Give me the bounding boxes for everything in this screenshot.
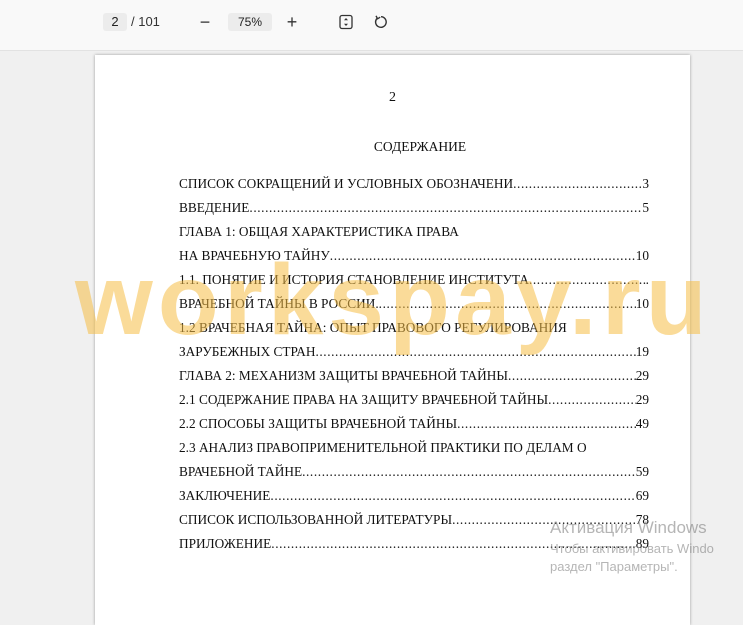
toc-leader-dots xyxy=(457,412,636,436)
toc-entry[interactable]: НА ВРАЧЕБНУЮ ТАЙНУ 10 xyxy=(179,244,649,268)
rotate-icon xyxy=(374,15,387,28)
toc-entry-title: ГЛАВА 2: МЕХАНИЗМ ЗАЩИТЫ ВРАЧЕБНОЙ ТАЙНЫ xyxy=(179,368,508,383)
toc-entry-title: СПИСОК ИСПОЛЬЗОВАННОЙ ЛИТЕРАТУРЫ xyxy=(179,512,453,527)
toc-entry-title: ВРАЧЕБНОЙ ТАЙНЫ В РОССИИ. xyxy=(179,296,379,311)
toc-entry-page: 59 xyxy=(635,464,649,479)
toc-entry-title: ЗАКЛЮЧЕНИЕ xyxy=(179,488,271,503)
toc-entry-page: 3 xyxy=(642,176,649,191)
toc-entry-page: 5 xyxy=(642,200,649,215)
toc-entry[interactable]: 2.3 АНАЛИЗ ПРАВОПРИМЕНИТЕЛЬНОЙ ПРАКТИКИ … xyxy=(179,436,649,460)
toc-leader-dots xyxy=(270,484,635,508)
toc-entry[interactable]: ЗАРУБЕЖНЫХ СТРАН 19 xyxy=(179,340,649,364)
zoom-in-button[interactable]: + xyxy=(281,11,303,33)
toc-leader-dots xyxy=(249,196,642,220)
toc-leader-dots xyxy=(271,532,635,556)
toc-entry-title: СПИСОК СОКРАЩЕНИЙ И УСЛОВНЫХ ОБОЗНАЧЕНИ xyxy=(179,176,514,191)
fit-page-icon xyxy=(339,14,353,30)
toc-entry-title: ПРИЛОЖЕНИЕ xyxy=(179,536,272,551)
toc-leader-dots xyxy=(330,244,636,268)
toc-entry-title: 1.2 ВРАЧЕБНАЯ ТАЙНА: ОПЫТ ПРАВОВОГО РЕГУ… xyxy=(179,320,567,335)
page-number: 2 xyxy=(389,90,396,105)
toc-entry-title: ВВЕДЕНИЕ xyxy=(179,200,250,215)
toc-entry-page: 89 xyxy=(635,536,649,551)
toc-leader-dots xyxy=(379,292,636,316)
toc-leader-dots xyxy=(548,388,636,412)
zoom-out-button[interactable]: − xyxy=(194,11,216,33)
toc-entry-page: 29 xyxy=(635,392,649,407)
page-total: / 101 xyxy=(131,14,160,29)
table-of-contents: СПИСОК СОКРАЩЕНИЙ И УСЛОВНЫХ ОБОЗНАЧЕНИ 3… xyxy=(179,172,649,556)
toc-leader-dots xyxy=(513,172,642,196)
toc-entry[interactable]: ГЛАВА 2: МЕХАНИЗМ ЗАЩИТЫ ВРАЧЕБНОЙ ТАЙНЫ… xyxy=(179,364,649,388)
toc-entry-page: . xyxy=(645,272,649,287)
toc-entry[interactable]: ЗАКЛЮЧЕНИЕ 69 xyxy=(179,484,649,508)
toc-entry-title: ЗАРУБЕЖНЫХ СТРАН xyxy=(179,344,316,359)
toc-leader-dots xyxy=(302,460,636,484)
zoom-level[interactable]: 75% xyxy=(228,13,272,31)
toc-entry[interactable]: СПИСОК СОКРАЩЕНИЙ И УСЛОВНЫХ ОБОЗНАЧЕНИ 3 xyxy=(179,172,649,196)
toc-entry-page: 10 xyxy=(635,296,649,311)
page-number-input[interactable]: 2 xyxy=(103,13,127,31)
toc-entry[interactable]: 1.2 ВРАЧЕБНАЯ ТАЙНА: ОПЫТ ПРАВОВОГО РЕГУ… xyxy=(179,316,649,340)
toc-entry[interactable]: 2.2 СПОСОБЫ ЗАЩИТЫ ВРАЧЕБНОЙ ТАЙНЫ 49 xyxy=(179,412,649,436)
toc-entry-page: 69 xyxy=(635,488,649,503)
toc-leader-dots xyxy=(452,508,636,532)
document-page: 2 СОДЕРЖАНИЕ СПИСОК СОКРАЩЕНИЙ И УСЛОВНЫ… xyxy=(95,55,690,625)
toc-entry-title: ВРАЧЕБНОЙ ТАЙНЕ xyxy=(179,464,303,479)
toc-entry[interactable]: 2.1 СОДЕРЖАНИЕ ПРАВА НА ЗАЩИТУ ВРАЧЕБНОЙ… xyxy=(179,388,649,412)
rotate-button[interactable] xyxy=(370,11,392,33)
toc-entry-page: 29 xyxy=(635,368,649,383)
toc-entry-title: 2.3 АНАЛИЗ ПРАВОПРИМЕНИТЕЛЬНОЙ ПРАКТИКИ … xyxy=(179,440,587,455)
toc-entry-title: НА ВРАЧЕБНУЮ ТАЙНУ xyxy=(179,248,330,263)
toc-entry[interactable]: ПРИЛОЖЕНИЕ 89 xyxy=(179,532,649,556)
toc-entry[interactable]: 1.1. ПОНЯТИЕ И ИСТОРИЯ СТАНОВЛЕНИЕ ИНСТИ… xyxy=(179,268,649,292)
toc-entry-page: 19 xyxy=(635,344,649,359)
toc-entry[interactable]: СПИСОК ИСПОЛЬЗОВАННОЙ ЛИТЕРАТУРЫ 78 xyxy=(179,508,649,532)
toc-leader-dots xyxy=(529,268,646,292)
toc-entry-title: 2.2 СПОСОБЫ ЗАЩИТЫ ВРАЧЕБНОЙ ТАЙНЫ xyxy=(179,416,458,431)
pdf-toolbar: 2 / 101 − 75% + xyxy=(0,0,743,51)
toc-leader-dots xyxy=(315,340,635,364)
toc-heading: СОДЕРЖАНИЕ xyxy=(373,139,467,154)
toc-entry-page: 78 xyxy=(635,512,649,527)
toc-entry-title: 2.1 СОДЕРЖАНИЕ ПРАВА НА ЗАЩИТУ ВРАЧЕБНОЙ… xyxy=(179,392,549,407)
toc-entry[interactable]: ВРАЧЕБНОЙ ТАЙНЫ В РОССИИ. 10 xyxy=(179,292,649,316)
toc-leader-dots xyxy=(508,364,636,388)
toc-entry-page: 10 xyxy=(635,248,649,263)
fit-page-button[interactable] xyxy=(335,11,357,33)
toc-entry[interactable]: ВРАЧЕБНОЙ ТАЙНЕ 59 xyxy=(179,460,649,484)
toc-entry-title: 1.1. ПОНЯТИЕ И ИСТОРИЯ СТАНОВЛЕНИЕ ИНСТИ… xyxy=(179,272,529,287)
toc-entry[interactable]: ВВЕДЕНИЕ 5 xyxy=(179,196,649,220)
toc-entry-page: 49 xyxy=(635,416,649,431)
toc-entry[interactable]: ГЛАВА 1: ОБЩАЯ ХАРАКТЕРИСТИКА ПРАВА xyxy=(179,220,649,244)
toc-entry-title: ГЛАВА 1: ОБЩАЯ ХАРАКТЕРИСТИКА ПРАВА xyxy=(179,224,459,239)
